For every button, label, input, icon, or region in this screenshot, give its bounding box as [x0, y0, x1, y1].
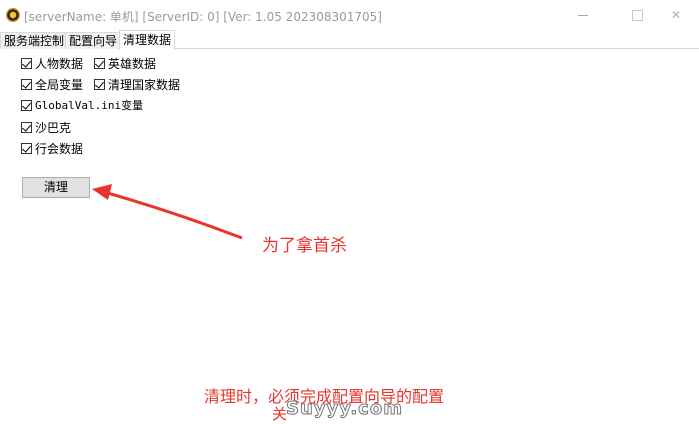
annotation-arrow-icon	[92, 184, 243, 240]
tab-clean-data[interactable]: 清理数据	[119, 30, 176, 50]
annotation-partial-text: 关	[272, 405, 288, 423]
annotation-first-kill: 为了拿首杀	[262, 236, 347, 256]
watermark: Suyyy.com	[286, 398, 403, 420]
